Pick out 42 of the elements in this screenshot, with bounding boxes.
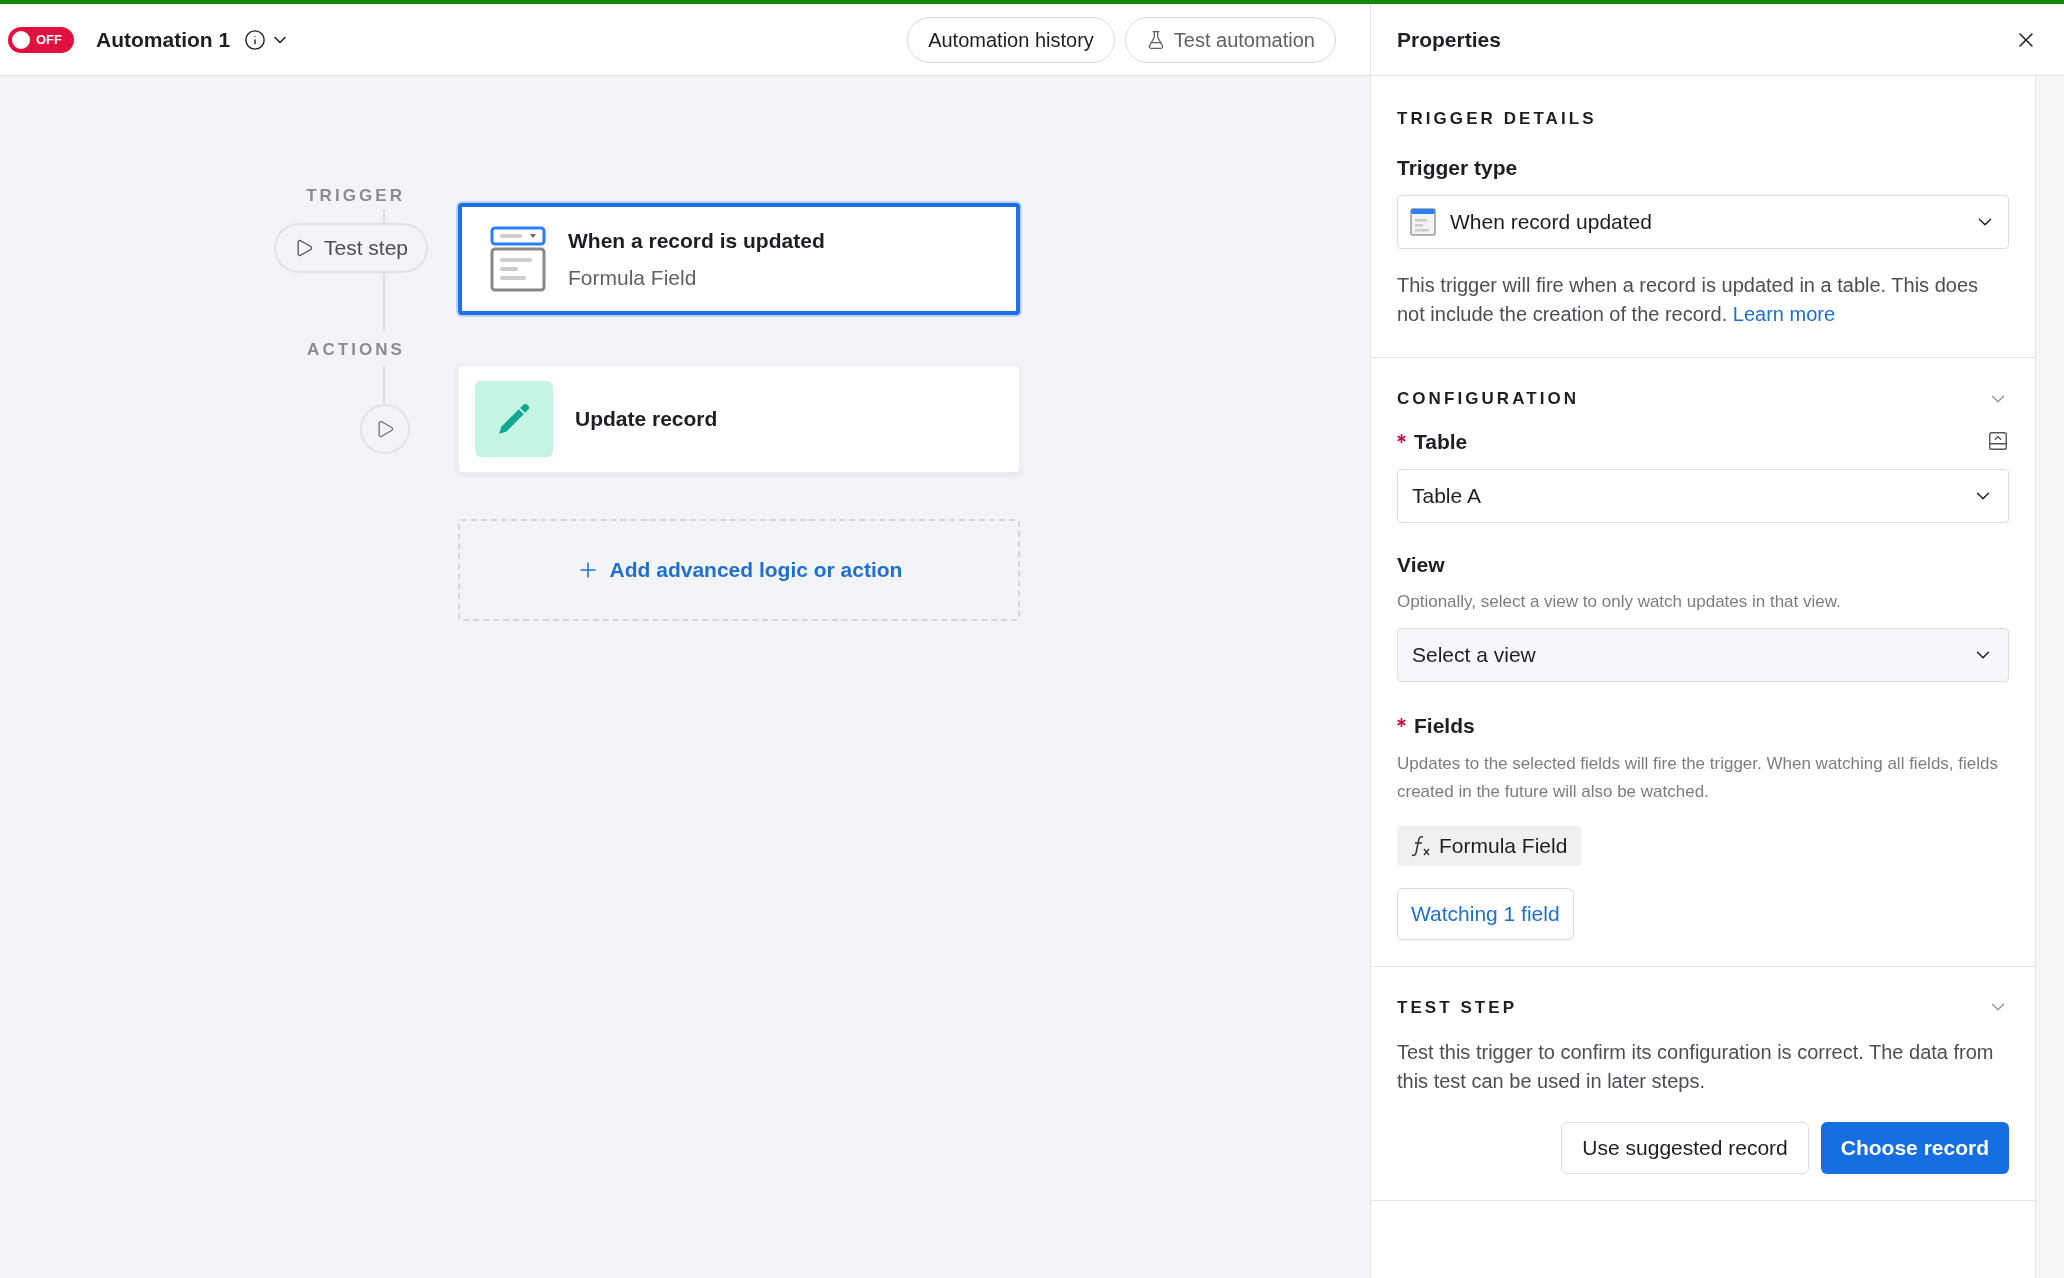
toggle-label: OFF bbox=[36, 30, 63, 49]
field-label: Trigger type bbox=[1397, 154, 1519, 181]
suggested-record-button[interactable]: Use suggested record bbox=[1561, 1122, 1809, 1174]
watching-fields-button[interactable]: Watching 1 field bbox=[1397, 887, 1574, 940]
section-heading: TRIGGER DETAILS bbox=[1397, 108, 1597, 130]
field-hint: Updates to the selected fields will fire the trigger. When watching all fields, fields created in the future will also be watched. bbox=[1397, 752, 1999, 803]
choose-record-button[interactable]: Choose record bbox=[1820, 1122, 2009, 1174]
step-title: When a record is updated bbox=[568, 227, 825, 254]
panel-icon[interactable] bbox=[1987, 430, 2009, 453]
record-form-icon bbox=[490, 226, 546, 292]
toggle-switch[interactable]: OFF bbox=[8, 26, 74, 53]
test-description: Test this trigger to confirm its configuration is correct. The data from this test can be used in later steps. bbox=[1397, 1040, 1995, 1094]
required-asterisk-icon bbox=[1397, 433, 1406, 443]
automation-title: Automation 1 bbox=[96, 26, 231, 53]
field-chip: Formula Field bbox=[1397, 825, 1582, 866]
test-step-button[interactable]: Test step bbox=[273, 222, 428, 273]
actions-label: ACTIONS bbox=[307, 338, 405, 361]
info-icon[interactable] bbox=[244, 28, 267, 51]
trigger-label: TRIGGER bbox=[306, 185, 405, 207]
formula-icon bbox=[1411, 834, 1431, 857]
learn-more-link[interactable]: Learn more bbox=[1732, 303, 1836, 325]
section-heading: CONFIGURATION bbox=[1397, 388, 1580, 410]
add-step-button[interactable]: Add advanced logic or action bbox=[458, 519, 1020, 621]
step-title: Update record bbox=[575, 406, 718, 433]
table-dropdown[interactable]: Table A bbox=[1397, 469, 2009, 523]
field-label: View bbox=[1397, 552, 1445, 578]
trigger-card[interactable]: When a record is updated Formula Field bbox=[458, 203, 1020, 315]
action-card[interactable]: Update record bbox=[458, 365, 1020, 473]
required-asterisk-icon bbox=[1397, 718, 1406, 728]
test-automation-button[interactable]: Test automation bbox=[1124, 16, 1336, 63]
history-button[interactable]: Automation history bbox=[907, 16, 1115, 63]
trigger-type-dropdown[interactable]: When record updated bbox=[1397, 195, 2009, 249]
pencil-tile-icon bbox=[475, 381, 553, 457]
view-dropdown[interactable]: Select a view bbox=[1397, 628, 2009, 682]
field-label: Fields bbox=[1414, 713, 1475, 739]
field-hint: Optionally, select a view to only watch updates in that view. bbox=[1397, 590, 1842, 613]
trigger-description: This trigger will fire when a record is updated in a table. This does not include the creation of the record. Learn more bbox=[1397, 273, 1980, 327]
step-subtitle: Formula Field bbox=[568, 265, 698, 291]
panel-title: Properties bbox=[1397, 26, 1501, 53]
field-label: Table bbox=[1414, 428, 1468, 455]
section-heading: TEST STEP bbox=[1397, 996, 1518, 1019]
record-form-icon bbox=[1410, 208, 1436, 236]
